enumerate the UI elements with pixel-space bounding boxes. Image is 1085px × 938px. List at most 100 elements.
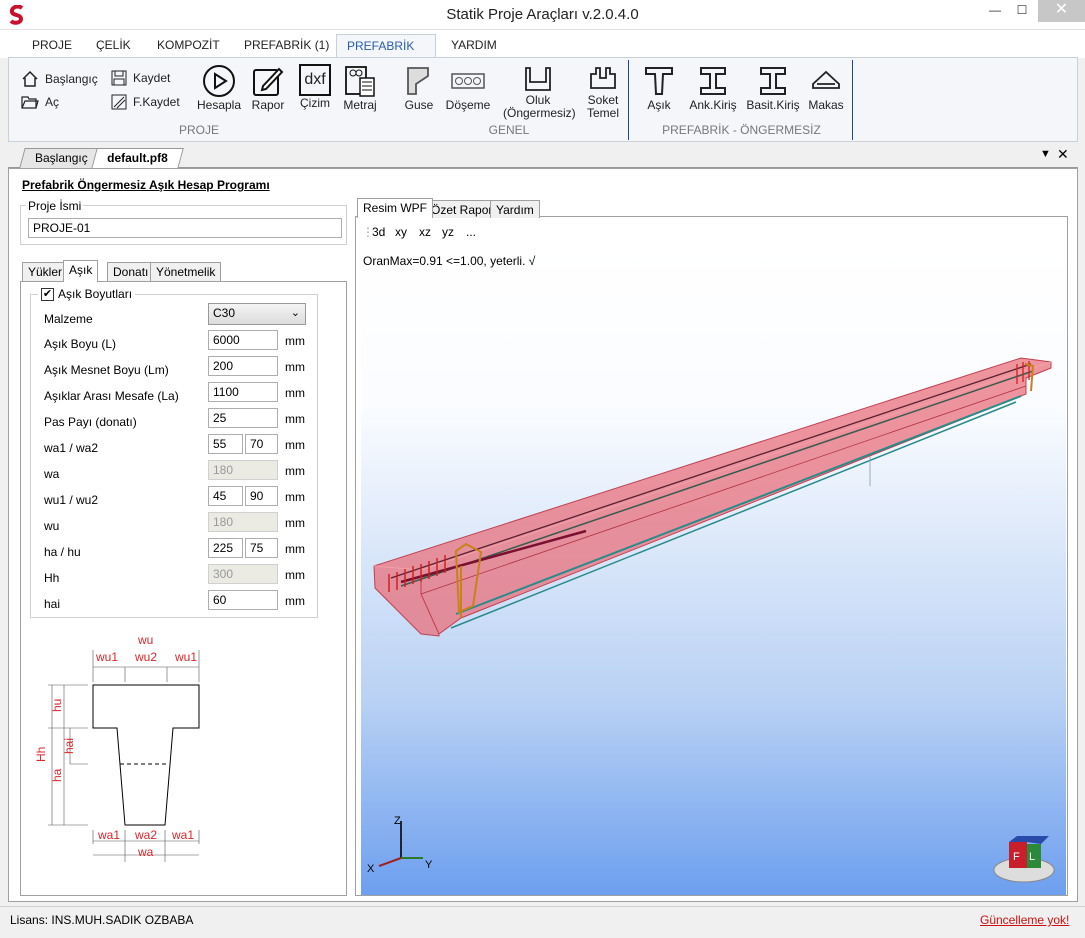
- fkaydet-label: F.Kaydet: [133, 95, 180, 109]
- baslangic-button[interactable]: Başlangıç: [21, 70, 98, 88]
- metraj-button[interactable]: Metraj: [341, 64, 379, 112]
- proje-name-input[interactable]: [28, 218, 342, 238]
- row-input[interactable]: [208, 356, 278, 376]
- basit-kiris-label: Basit.Kiriş: [746, 98, 800, 112]
- 3d-viewport[interactable]: OranMax=0.91 <=1.00, yeterli. √ Z Y X F …: [361, 246, 1066, 895]
- nav-cube-f: F: [1013, 851, 1020, 863]
- row-input-2[interactable]: [245, 538, 278, 558]
- oluk-button[interactable]: Oluk (Öngermesiz): [503, 64, 576, 120]
- asik-button[interactable]: Aşık: [641, 64, 677, 112]
- view-yz-button[interactable]: yz: [442, 225, 454, 239]
- tab-yukler[interactable]: Yükler: [22, 262, 69, 282]
- dxf-icon: dxf: [299, 64, 331, 96]
- close-tab-icon[interactable]: ✕: [1057, 146, 1069, 163]
- tab-prefabrik-2[interactable]: PREFABRİK (2): [336, 34, 436, 75]
- hesapla-button[interactable]: Hesapla: [195, 64, 243, 112]
- doseme-button[interactable]: Döşeme: [445, 64, 491, 112]
- malzeme-select[interactable]: C30 ⌄: [208, 303, 306, 325]
- row-input[interactable]: [208, 330, 278, 350]
- row-input: [208, 564, 278, 584]
- tab-asik[interactable]: Aşık: [63, 260, 99, 282]
- minimize-button[interactable]: —: [980, 0, 1010, 22]
- unit-label: mm: [285, 542, 305, 556]
- tab-yardim[interactable]: YARDIM: [441, 34, 507, 58]
- tab-prefabrik-1[interactable]: PREFABRİK (1): [234, 34, 339, 58]
- row-label: Pas Payı (donatı): [44, 415, 137, 429]
- nav-cube-icon[interactable]: F L: [993, 836, 1055, 883]
- doc-tab-baslangic[interactable]: Başlangıç: [19, 148, 104, 168]
- row-label: wu1 / wu2: [44, 493, 99, 507]
- fkaydet-button[interactable]: F.Kaydet: [111, 94, 180, 110]
- tab-celik[interactable]: ÇELİK: [86, 34, 141, 58]
- diagram-wu1-right: wu1: [174, 650, 197, 664]
- diagram-wu1-left: wu1: [95, 650, 118, 664]
- basit-kiris-button[interactable]: Basit.Kiriş: [743, 64, 803, 112]
- close-button[interactable]: ✕: [1038, 0, 1085, 22]
- diagram-hh: Hh: [34, 747, 48, 762]
- view-xz-button[interactable]: xz: [419, 225, 431, 239]
- malzeme-value: C30: [213, 306, 236, 320]
- tab-kompozit[interactable]: KOMPOZİT: [147, 34, 230, 58]
- doc-tab-default[interactable]: default.pf8: [91, 148, 184, 169]
- diagram-wu: wu: [137, 633, 153, 647]
- row-input-2[interactable]: [245, 486, 278, 506]
- asik-boyutlari-label: Aşık Boyutları: [58, 287, 133, 301]
- ac-button[interactable]: Aç: [21, 94, 59, 110]
- tab-donati[interactable]: Donatı: [107, 262, 155, 282]
- unit-label: mm: [285, 360, 305, 374]
- row-input-1[interactable]: [208, 538, 243, 558]
- beam-3d-model: Z Y X F L: [367, 357, 1055, 883]
- slab-icon: [451, 73, 485, 89]
- diagram-hai: hai: [62, 738, 76, 754]
- save-as-icon: [111, 94, 127, 110]
- section-diagram: wu wu1 wu2 wu1 wa1 wa2 wa1 wa hu hai ha …: [34, 633, 200, 862]
- row-label: Hh: [44, 571, 60, 585]
- ank-kiris-button[interactable]: Ank.Kiriş: [685, 64, 741, 112]
- oluk-label-2: (Öngermesiz): [503, 106, 576, 120]
- maximize-button[interactable]: ☐: [1007, 0, 1037, 22]
- ac-label: Aç: [45, 95, 60, 109]
- doseme-label: Döşeme: [445, 98, 491, 112]
- view-more-button[interactable]: ...: [466, 225, 476, 239]
- asik-boyutlari-checkbox[interactable]: ✔ Aşık Boyutları: [38, 287, 136, 301]
- diagram-wa1-right: wa1: [171, 828, 194, 842]
- update-link[interactable]: Güncelleme yok!: [980, 913, 1069, 927]
- asik-label: Aşık: [647, 98, 671, 112]
- kaydet-button[interactable]: Kaydet: [111, 70, 170, 86]
- row-input: [208, 512, 278, 532]
- tab-yardim-view[interactable]: Yardım: [490, 200, 540, 218]
- rapor-button[interactable]: Rapor: [249, 64, 287, 112]
- row-label: ha / hu: [44, 545, 81, 559]
- row-input[interactable]: [208, 408, 278, 428]
- axis-z-label: Z: [394, 815, 401, 827]
- tab-ozet-rapor[interactable]: Özet Rapor: [425, 200, 499, 218]
- program-title: Prefabrik Öngermesiz Aşık Hesap Programı: [22, 178, 270, 192]
- soket-temel-button[interactable]: Soket Temel: [583, 64, 623, 120]
- rapor-label: Rapor: [251, 98, 285, 112]
- tab-resim-wpf[interactable]: Resim WPF: [357, 198, 433, 218]
- guse-button[interactable]: Guse: [401, 64, 437, 112]
- corbel-icon: [407, 67, 429, 95]
- row-label: Aşık Boyu (L): [44, 337, 117, 351]
- row-input[interactable]: [208, 382, 278, 402]
- tab-yonetmelik[interactable]: Yönetmelik: [150, 262, 222, 282]
- calculator-icon: [345, 66, 375, 97]
- license-text: Lisans: INS.MUH.SADIK OZBABA: [10, 913, 194, 927]
- row-input-2[interactable]: [245, 434, 278, 454]
- tab-proje[interactable]: PROJE: [22, 34, 82, 58]
- unit-label: mm: [285, 438, 305, 452]
- view-3d-button[interactable]: 3d: [372, 225, 385, 239]
- nav-cube-l: L: [1029, 851, 1035, 863]
- i-beam-icon: [700, 67, 726, 95]
- view-xy-button[interactable]: xy: [395, 225, 407, 239]
- row-input-1[interactable]: [208, 486, 243, 506]
- cizim-button[interactable]: dxf Çizim: [297, 64, 333, 110]
- makas-button[interactable]: Makas: [807, 64, 845, 112]
- document-tabs: Başlangıç default.pf8 ▼ ✕: [8, 146, 1078, 169]
- socket-foundation-icon: [590, 67, 616, 89]
- row-label: Aşık Mesnet Boyu (Lm): [44, 363, 169, 377]
- truss-icon: [812, 70, 840, 89]
- tab-list-dropdown-icon[interactable]: ▼: [1040, 148, 1051, 160]
- row-input-1[interactable]: [208, 434, 243, 454]
- row-input[interactable]: [208, 590, 278, 610]
